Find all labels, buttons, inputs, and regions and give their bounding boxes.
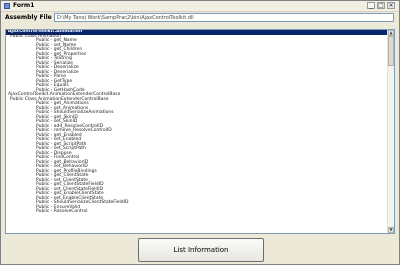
list-information-button[interactable]: List Information (138, 238, 264, 262)
minimize-button[interactable]: _ (367, 2, 375, 9)
close-button[interactable]: × (387, 2, 395, 9)
vertical-scrollbar[interactable]: ▲ ▼ (387, 30, 394, 233)
app-icon (4, 3, 10, 9)
list-item[interactable]: Public - ResolveControl (6, 209, 389, 215)
listbox-items: AjaxControlToolkit.Animation Public Class… (6, 30, 389, 233)
scroll-thumb[interactable] (388, 36, 394, 66)
main-window: Form1 _ □ × Assembly File Name: AjaxCont… (0, 0, 400, 265)
window-title: Form1 (13, 2, 35, 9)
info-listbox[interactable]: AjaxControlToolkit.Animation Public Class… (5, 29, 395, 234)
scroll-down-icon[interactable]: ▼ (388, 227, 394, 233)
assembly-file-input[interactable] (54, 13, 394, 22)
maximize-button[interactable]: □ (377, 2, 385, 9)
title-bar[interactable]: Form1 _ □ × (1, 1, 399, 12)
